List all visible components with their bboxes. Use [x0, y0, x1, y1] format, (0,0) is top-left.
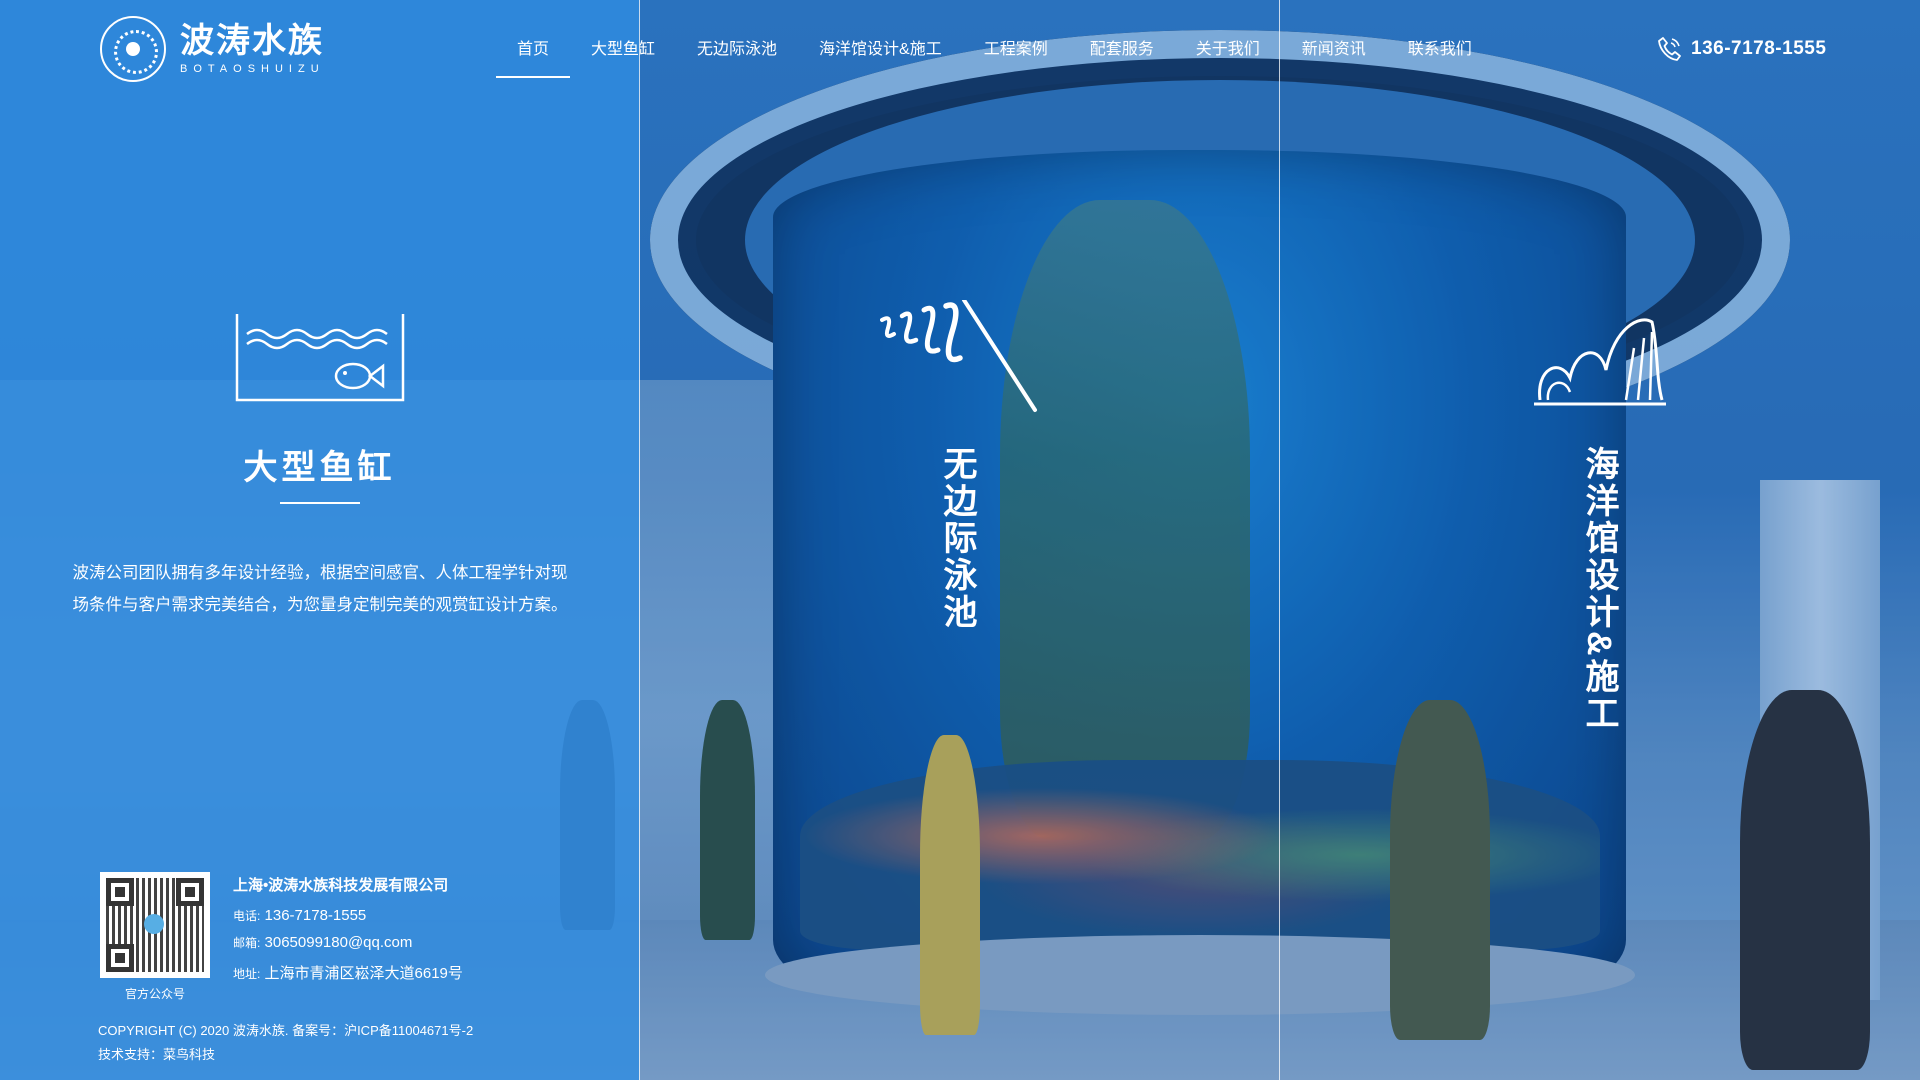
panel-title-infinity-pool[interactable]: 无边际泳池: [938, 446, 976, 631]
email-value[interactable]: 3065099180@qq.com: [265, 934, 413, 951]
nav-item-home[interactable]: 首页: [496, 0, 571, 80]
panel-title-aquarium-design[interactable]: 海洋馆设计&施工: [1580, 446, 1618, 733]
logo-name-en: BOTAOSHUIZU: [180, 62, 325, 75]
site-logo[interactable]: 波涛水族 BOTAOSHUIZU: [100, 16, 325, 82]
contact-address: 地址: 上海市青浦区崧泽大道6619号: [233, 962, 463, 983]
nav-item-aquarium-design[interactable]: 海洋馆设计&施工: [798, 0, 963, 80]
header-phone[interactable]: 136-7178-1555: [1657, 36, 1826, 62]
nav-item-infinity-pool[interactable]: 无边际泳池: [676, 0, 798, 80]
panel-title-large-tanks[interactable]: 大型鱼缸: [0, 440, 639, 489]
tech-support-text[interactable]: 技术支持：菜鸟科技: [98, 1044, 215, 1063]
column-divider: [639, 0, 640, 1080]
tel-label: 电话:: [233, 909, 261, 923]
company-name: 上海•波涛水族科技发展有限公司: [233, 877, 449, 894]
copyright-text: COPYRIGHT (C) 2020 波涛水族. 备案号：沪ICP备110046…: [98, 1023, 474, 1038]
nav-item-services[interactable]: 配套服务: [1069, 0, 1175, 80]
email-label: 邮箱:: [233, 936, 261, 950]
wechat-qr-code: [100, 872, 210, 978]
fish-tank-icon: [235, 314, 405, 402]
nav-item-cases[interactable]: 工程案例: [963, 0, 1069, 80]
tel-value[interactable]: 136-7178-1555: [265, 907, 367, 924]
logo-name-cn: 波涛水族: [180, 20, 324, 61]
phone-icon: [1658, 37, 1681, 61]
nav-item-about[interactable]: 关于我们: [1175, 0, 1281, 80]
main-nav: 首页 大型鱼缸 无边际泳池 海洋馆设计&施工 工程案例 配套服务 关于我们 新闻…: [496, 0, 1493, 80]
address-value: 上海市青浦区崧泽大道6619号: [264, 965, 463, 982]
contact-email: 邮箱: 3065099180@qq.com: [233, 934, 412, 951]
contact-phone: 电话: 136-7178-1555: [233, 907, 366, 924]
logo-emblem-icon: [100, 16, 166, 82]
address-label: 地址:: [233, 967, 261, 981]
qr-caption: 官方公众号: [124, 987, 185, 1001]
nav-item-news[interactable]: 新闻资讯: [1281, 0, 1387, 80]
aquarium-building-icon: [1534, 318, 1666, 406]
header-phone-number: 136-7178-1555: [1691, 38, 1827, 59]
column-divider: [1279, 0, 1280, 1080]
nav-item-contact[interactable]: 联系我们: [1387, 0, 1493, 80]
panel-description: 波涛公司团队拥有多年设计经验，根据空间感官、人体工程学针对现场条件与客户需求完美…: [72, 564, 568, 614]
title-underline: [280, 502, 360, 504]
nav-item-large-tanks[interactable]: 大型鱼缸: [570, 0, 676, 80]
waves-pool-icon: [880, 300, 1037, 412]
